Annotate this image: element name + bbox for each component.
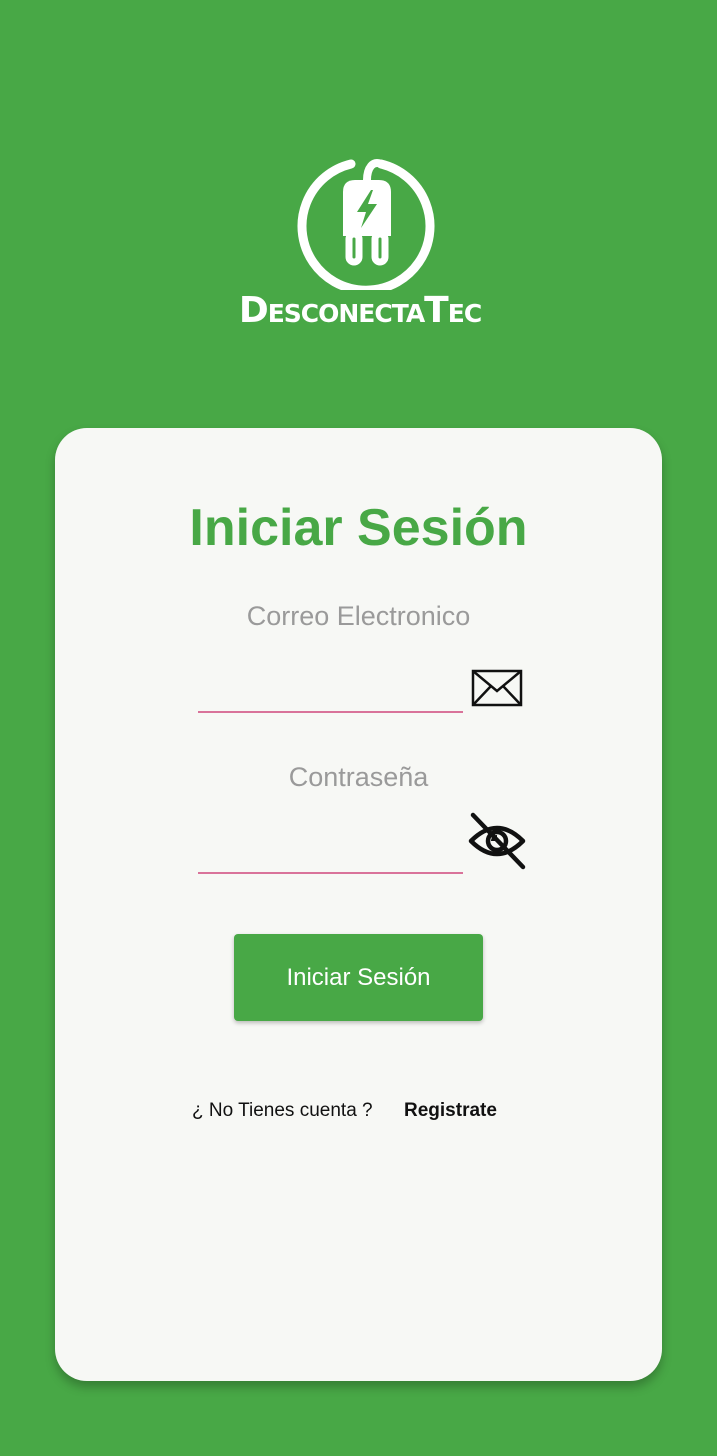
plug-bolt-logo-icon <box>297 159 435 290</box>
login-card: Iniciar Sesión Correo Electronico Contra… <box>55 428 662 1381</box>
password-label: Contraseña <box>288 762 429 792</box>
password-field[interactable] <box>198 832 463 874</box>
page-title: Iniciar Sesión <box>189 499 528 557</box>
login-button[interactable]: Iniciar Sesión <box>234 934 483 1021</box>
login-screen: DesconectaTec Iniciar Sesión Correo Elec… <box>0 0 717 1456</box>
signup-row: ¿ No Tienes cuenta ? Registrate <box>55 1100 662 1124</box>
register-link[interactable]: Registrate <box>404 1100 497 1122</box>
app-logo: DesconectaTec <box>225 150 495 340</box>
envelope-icon <box>471 669 523 707</box>
email-label: Correo Electronico <box>246 601 471 631</box>
email-field[interactable] <box>198 671 463 713</box>
brand-name: DesconectaTec <box>238 290 482 331</box>
no-account-text: ¿ No Tienes cuenta ? <box>192 1100 373 1121</box>
eye-off-icon[interactable] <box>467 811 527 871</box>
